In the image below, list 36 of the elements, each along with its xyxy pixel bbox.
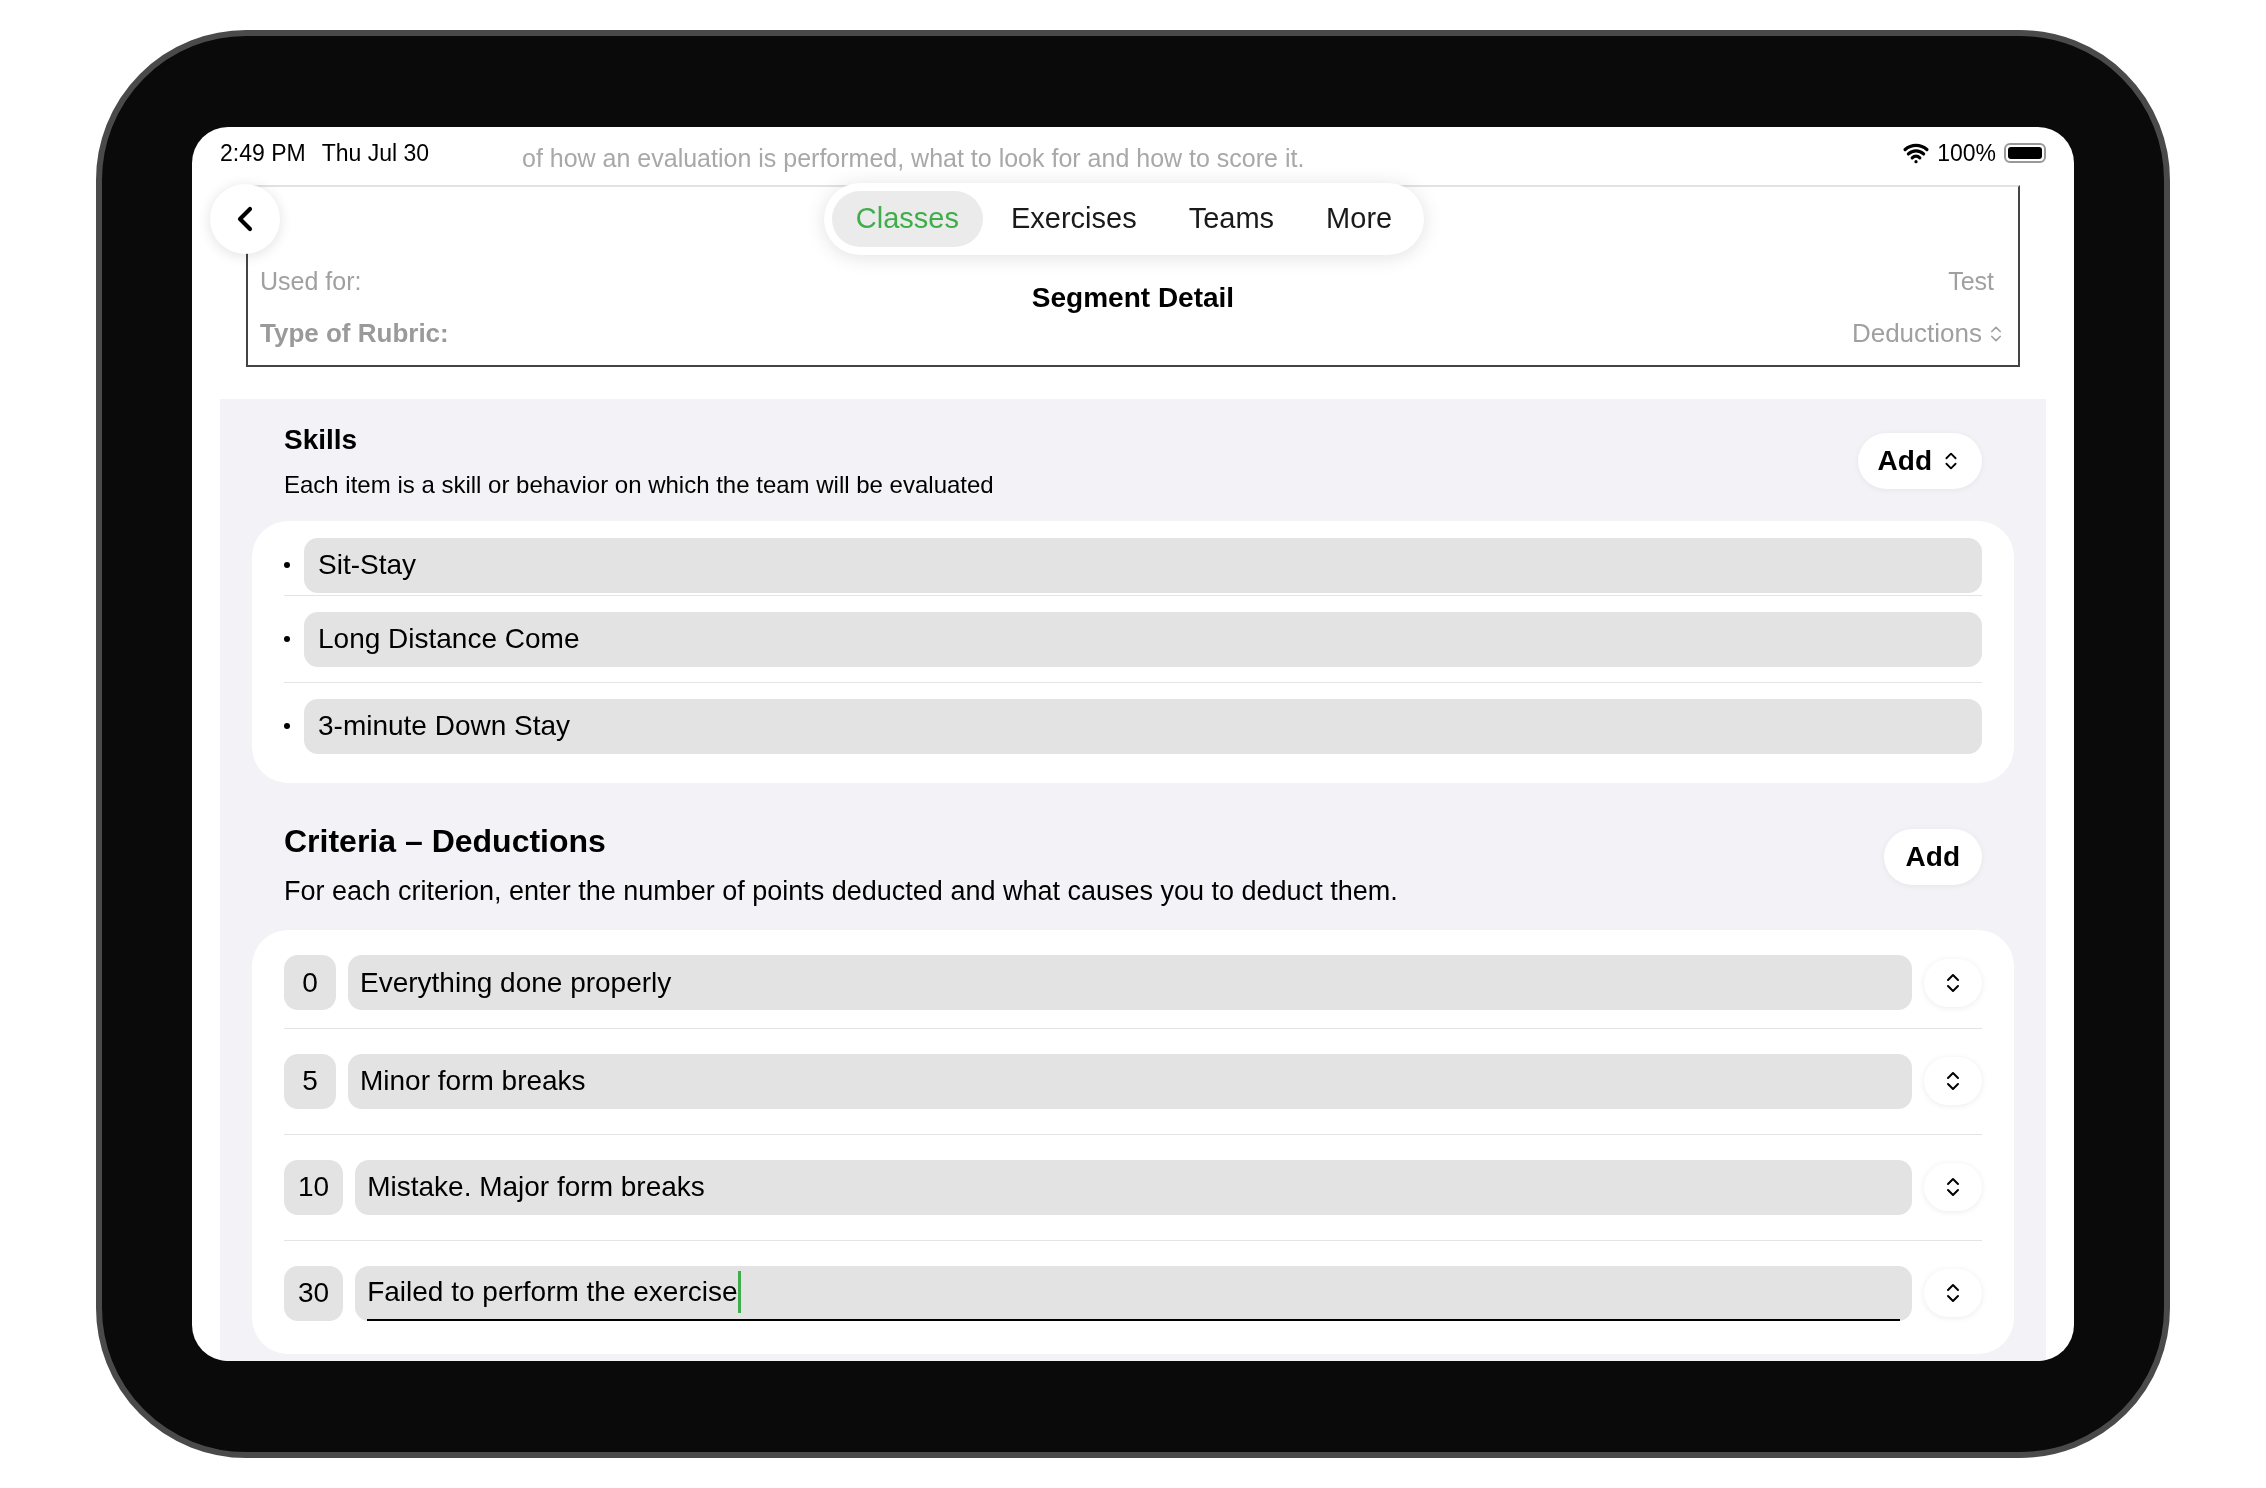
reorder-button[interactable] (1924, 1269, 1982, 1317)
page-title: Segment Detail (1031, 281, 1235, 315)
points-field[interactable]: 5 (284, 1053, 336, 1109)
skill-field[interactable]: 3-minute Down Stay (304, 698, 1982, 754)
battery-percent: 100% (1937, 138, 1996, 168)
criterion-field[interactable]: Minor form breaks (348, 1053, 1912, 1109)
skill-field[interactable]: Sit-Stay (304, 537, 1982, 593)
skill-field[interactable]: Long Distance Come (304, 611, 1982, 667)
points-field[interactable]: 30 (284, 1265, 344, 1321)
bullet-icon (284, 562, 290, 568)
points-field[interactable]: 0 (284, 955, 336, 1010)
description-text: of how an evaluation is performed, what to look for and how to score it. (522, 142, 1305, 174)
rubric-label: Type of Rubric: (260, 317, 449, 350)
criterion-field[interactable]: Mistake. Major form breaks (355, 1159, 1912, 1215)
tab[interactable]: Teams (1164, 191, 1299, 247)
status-date: Thu Jul 30 (321, 138, 430, 168)
used-for-label: Used for: (260, 265, 362, 297)
bullet-icon (284, 636, 290, 642)
tab[interactable]: More (1302, 191, 1417, 247)
used-for-value: Test (1948, 265, 1995, 297)
reorder-button[interactable] (1924, 958, 1982, 1007)
status-time: 2:49 PM (220, 138, 306, 168)
reorder-button[interactable] (1924, 1057, 1982, 1105)
criteria-subtitle: For each criterion, enter the number of points deducted and what causes you to deduct them. (284, 875, 1398, 908)
criterion-field[interactable]: Failed to perform the exercise (355, 1265, 1912, 1321)
add-skill-button[interactable]: Add (1857, 433, 1982, 489)
bullet-icon (284, 723, 290, 729)
points-field[interactable]: 10 (284, 1159, 344, 1215)
criteria-title: Criteria – Deductions (284, 822, 607, 861)
battery-icon (2004, 143, 2046, 163)
tab[interactable]: Exercises (986, 191, 1161, 247)
add-criterion-button[interactable]: Add (1883, 829, 1982, 885)
skills-title: Skills (284, 423, 359, 457)
skills-subtitle: Each item is a skill or behavior on which the team will be evaluated (284, 470, 994, 500)
reorder-button[interactable] (1924, 1163, 1982, 1211)
criterion-field[interactable]: Everything done properly (348, 955, 1912, 1010)
